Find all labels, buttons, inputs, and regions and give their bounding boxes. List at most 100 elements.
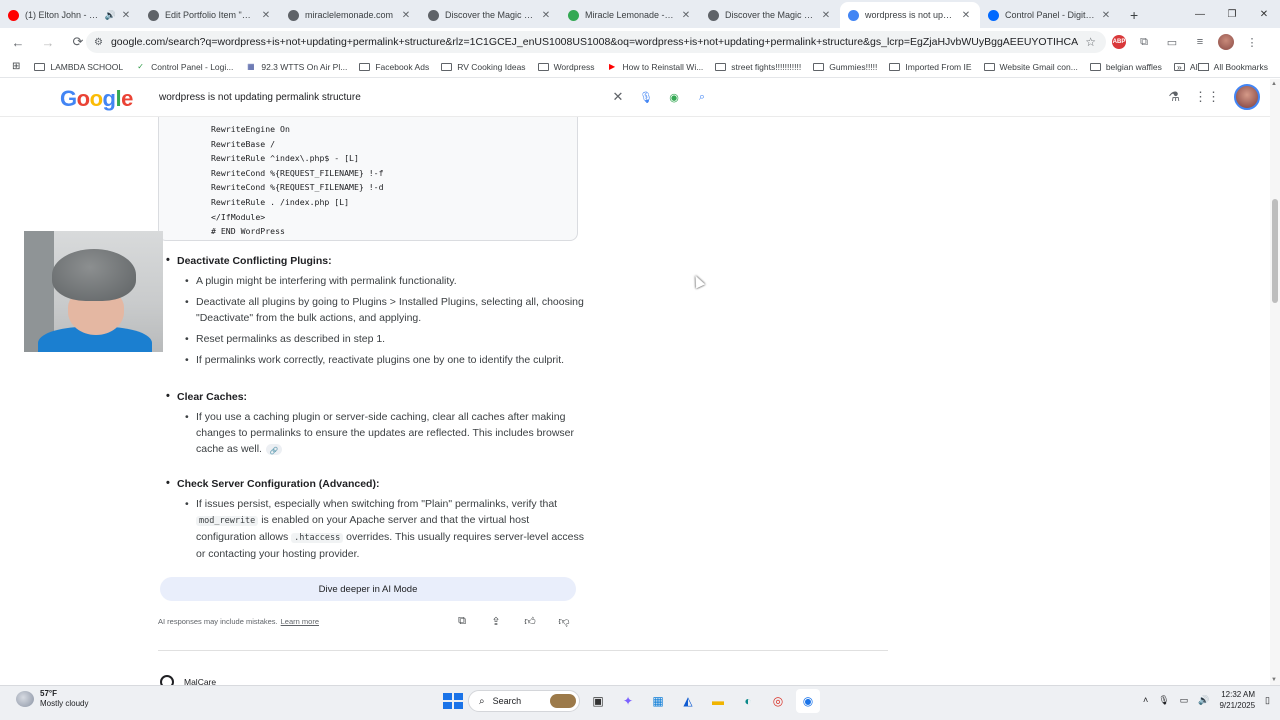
dive-deeper-button[interactable]: Dive deeper in AI Mode <box>160 577 576 601</box>
close-tab-icon[interactable]: ✕ <box>400 10 412 21</box>
browser-tab[interactable]: Discover the Magic of Mir ✕ <box>700 2 840 28</box>
thumbs-down-icon[interactable]: 👎︎ <box>557 615 571 628</box>
scrollbar-thumb[interactable] <box>1272 199 1278 303</box>
store-icon[interactable]: ▦ <box>646 689 670 713</box>
labs-flask-icon[interactable]: ⚗ <box>1168 89 1180 105</box>
google-search-box[interactable]: wordpress is not updating permalink stru… <box>146 85 716 109</box>
bookmark-label: Gummies!!!!! <box>829 61 878 72</box>
page-scrollbar[interactable]: ▲ ▼ <box>1270 79 1280 685</box>
bookmark-item[interactable]: Facebook Ads <box>359 62 429 72</box>
microphone-icon[interactable]: 🎙 <box>1158 695 1169 706</box>
taskbar-search[interactable]: ⌕ Search <box>468 690 580 712</box>
clear-search-icon[interactable]: ✕ <box>604 89 632 105</box>
bookmark-star-icon[interactable]: ☆ <box>1085 35 1096 49</box>
bookmark-item[interactable]: Imported From IE <box>889 62 972 72</box>
mouse-cursor <box>690 273 706 289</box>
copy-icon[interactable]: ⧉ <box>455 615 469 628</box>
task-view-icon[interactable]: ▣ <box>586 689 610 713</box>
network-icon[interactable]: ▭ <box>1180 695 1189 706</box>
apps-grid-icon[interactable]: ⊞ <box>12 61 20 72</box>
google-apps-icon[interactable]: ⋮⋮ <box>1194 89 1220 105</box>
search-icon[interactable]: ⌕ <box>688 91 716 104</box>
weather-widget[interactable]: 57°F Mostly cloudy <box>16 689 88 709</box>
bookmark-item[interactable]: street fights!!!!!!!!!!! <box>715 62 801 72</box>
scroll-up-arrow[interactable]: ▲ <box>1271 81 1277 87</box>
close-tab-icon[interactable]: ✕ <box>1100 10 1112 21</box>
extensions-icon[interactable]: ⧉ <box>1134 32 1154 52</box>
scroll-down-arrow[interactable]: ▼ <box>1271 677 1277 683</box>
bookmark-item[interactable]: Gummies!!!!! <box>813 62 877 72</box>
globe-icon <box>708 9 719 21</box>
reading-list-icon[interactable]: ≡ <box>1190 32 1210 52</box>
copilot-icon[interactable]: ✦ <box>616 689 640 713</box>
voice-search-icon[interactable]: 🎙 <box>632 91 660 104</box>
adblock-icon[interactable]: ABP <box>1112 35 1126 49</box>
bookmark-item[interactable]: ▦ 92.3 WTTS On Air Pl... <box>245 62 347 72</box>
back-button[interactable]: ← <box>6 30 30 54</box>
tab-title: Discover the Magic of Mir <box>445 10 536 20</box>
learn-more-link[interactable]: Learn more <box>281 617 319 626</box>
minimize-icon[interactable]: — <box>1184 0 1216 28</box>
cast-icon[interactable]: ▭ <box>1162 32 1182 52</box>
folder-icon <box>537 62 549 71</box>
bookmark-item[interactable]: belgian waffles <box>1089 62 1162 72</box>
site-info-icon[interactable]: ⚙ <box>94 37 103 48</box>
chrome-alt-icon[interactable]: ◎ <box>766 689 790 713</box>
system-tray: ˄ 🎙 ▭ 🔊 12:32 AM 9/21/2025 ▯ <box>1143 689 1270 711</box>
url-text[interactable]: google.com/search?q=wordpress+is+not+upd… <box>111 36 1079 48</box>
notifications-icon[interactable]: ▯ <box>1265 695 1270 706</box>
photos-icon[interactable]: ◭ <box>676 689 700 713</box>
webcam-overlay <box>24 231 163 352</box>
close-tab-icon[interactable]: ✕ <box>960 10 972 21</box>
browser-menu-icon[interactable]: ⋮ <box>1242 32 1262 52</box>
profile-avatar[interactable] <box>1218 34 1234 50</box>
forward-button[interactable]: → <box>36 30 60 54</box>
close-tab-icon[interactable]: ✕ <box>680 10 692 21</box>
bookmark-item[interactable]: LAMBDA SCHOOL <box>34 62 123 72</box>
browser-tab[interactable]: Edit Portfolio Item "Why It ✕ <box>140 2 280 28</box>
browser-tab[interactable]: wordpress is not updating ✕ <box>840 2 980 28</box>
browser-tab[interactable]: (1) Elton John - Rocket🔊 ✕ <box>0 2 140 28</box>
close-tab-icon[interactable]: ✕ <box>540 10 552 21</box>
bookmarks-overflow[interactable]: » <box>1177 62 1182 72</box>
clock[interactable]: 12:32 AM 9/21/2025 <box>1219 689 1255 711</box>
search-query-input[interactable]: wordpress is not updating permalink stru… <box>159 92 604 103</box>
browser-tab[interactable]: Discover the Magic of Mir ✕ <box>420 2 560 28</box>
edge-icon[interactable]: ◐ <box>736 689 760 713</box>
bookmark-item[interactable]: ▶ How to Reinstall Wi... <box>607 62 703 72</box>
google-logo[interactable]: Google <box>60 86 133 112</box>
share-icon[interactable]: ⇪ <box>489 615 503 628</box>
code-line: </IfModule> <box>211 211 266 222</box>
chrome-icon[interactable]: ◉ <box>796 689 820 713</box>
all-bookmarks-link[interactable]: All Bookmarks <box>1214 62 1268 72</box>
close-tab-icon[interactable]: ✕ <box>120 10 132 21</box>
browser-tab[interactable]: miraclelemonade.com ✕ <box>280 2 420 28</box>
search-highlight-icon <box>550 694 576 708</box>
thumbs-up-icon[interactable]: 👍︎ <box>523 615 537 628</box>
close-tab-icon[interactable]: ✕ <box>260 10 272 21</box>
volume-icon[interactable]: 🔊 <box>1198 695 1209 706</box>
next-result[interactable]: MalCare <box>160 675 216 685</box>
bookmark-item[interactable]: RV Cooking Ideas <box>441 62 526 72</box>
bookmark-label: street fights!!!!!!!!!!! <box>731 61 802 72</box>
browser-tab[interactable]: Control Panel - DigitalOce ✕ <box>980 2 1120 28</box>
server-section: Check Server Configuration (Advanced): I… <box>166 477 586 567</box>
browser-tab[interactable]: Miracle Lemonade - Goog ✕ <box>560 2 700 28</box>
bookmark-label: LAMBDA SCHOOL <box>50 61 124 72</box>
windows-start-icon[interactable] <box>440 690 463 712</box>
result-site-name[interactable]: MalCare <box>184 677 216 685</box>
bookmark-item[interactable]: Wordpress <box>537 62 595 72</box>
link-icon[interactable]: 🔗 <box>265 443 282 455</box>
close-tab-icon[interactable]: ✕ <box>820 10 832 21</box>
tab-audio-icon[interactable]: 🔊 <box>105 10 116 21</box>
bookmark-item[interactable]: ✓ Control Panel - Logi... <box>135 62 233 72</box>
account-avatar[interactable] <box>1234 84 1260 110</box>
file-explorer-icon[interactable]: ▬ <box>706 689 730 713</box>
maximize-icon[interactable]: ❐ <box>1216 0 1248 28</box>
bookmark-item[interactable]: Website Gmail con... <box>983 62 1078 72</box>
close-window-icon[interactable]: ✕ <box>1248 0 1280 28</box>
tray-overflow-icon[interactable]: ˄ <box>1143 695 1148 705</box>
address-bar[interactable]: ⚙ google.com/search?q=wordpress+is+not+u… <box>86 31 1106 53</box>
new-tab-button[interactable]: + <box>1120 2 1148 28</box>
lens-search-icon[interactable]: ◉ <box>660 91 688 104</box>
